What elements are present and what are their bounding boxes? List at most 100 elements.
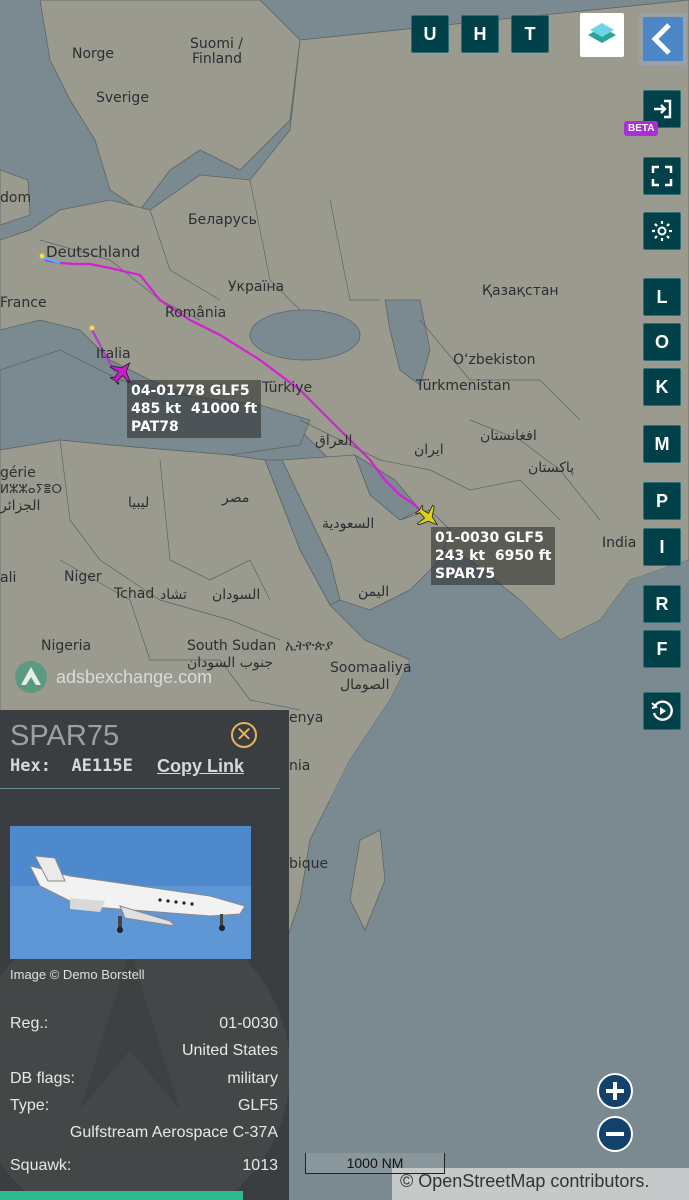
toggle-f-button[interactable]: F xyxy=(643,630,681,668)
map-label: France xyxy=(0,295,47,311)
map-label: Norge xyxy=(72,46,115,62)
map-label: Deutschland xyxy=(46,243,141,261)
map-label: العراق xyxy=(315,433,353,449)
minus-icon xyxy=(606,1132,624,1136)
track-spar75-origin xyxy=(39,253,45,259)
map-label: السودان xyxy=(212,587,261,603)
map-label: Finland xyxy=(192,51,243,67)
row-value: military xyxy=(227,1070,278,1087)
map-label: Қазақстан xyxy=(482,283,559,299)
map-label: تشاد xyxy=(160,587,187,603)
aircraft-label-pat78[interactable]: 04-01778 GLF5 485 kt 41000 ft PAT78 xyxy=(127,380,262,438)
row-key: Reg.: xyxy=(10,1015,49,1032)
image-credit: Image © Demo Borstell xyxy=(10,967,145,982)
scale-bar: 1000 NM xyxy=(305,1153,445,1174)
aircraft-label-line: 04-01778 GLF5 xyxy=(131,383,250,399)
row-value: 01-0030 xyxy=(219,1015,278,1032)
black-sea xyxy=(249,309,361,361)
aircraft-label-line: SPAR75 xyxy=(435,566,496,582)
fullscreen-button[interactable] xyxy=(643,157,681,195)
beta-badge: BETA xyxy=(624,121,659,136)
map-label: Niger xyxy=(64,569,102,585)
replay-icon xyxy=(651,700,673,721)
map-label: Türkiye xyxy=(262,380,313,396)
map-label: Italia xyxy=(96,346,131,362)
aircraft-label-line: 485 kt 41000 ft xyxy=(131,401,258,417)
map-label: Suomi / xyxy=(190,36,244,52)
map-label: السعودية xyxy=(322,516,375,532)
settings-button[interactable] xyxy=(643,212,681,250)
map-label: مصر xyxy=(222,490,250,506)
plus-icon xyxy=(606,1082,624,1100)
copy-link[interactable]: Copy Link xyxy=(157,756,244,777)
map-label: Türkmenistan xyxy=(416,378,511,394)
toggle-k-button[interactable]: K xyxy=(643,368,681,406)
row-key: Squawk: xyxy=(10,1157,72,1174)
track-pat78-origin xyxy=(89,325,95,331)
map-label: O‘zbekiston xyxy=(453,352,536,368)
map-label: India xyxy=(602,535,637,551)
toggle-t-button[interactable]: T xyxy=(511,15,549,53)
layers-icon xyxy=(588,23,616,43)
map-label: Nigeria xyxy=(41,638,92,654)
map-label: پاکستان xyxy=(528,460,575,476)
row-key: Type: xyxy=(10,1097,50,1114)
toggle-r-button[interactable]: R xyxy=(643,585,681,623)
hex-label: Hex: xyxy=(10,756,51,776)
collapse-sidebar-button[interactable] xyxy=(639,13,687,65)
row-value: 1013 xyxy=(242,1157,278,1174)
map-label: România xyxy=(165,305,227,321)
map-label: ⵍⵣⵣⴰⵢⴻⵔ xyxy=(0,482,63,496)
map-label: ليبيا xyxy=(128,495,150,511)
zoom-out-button[interactable] xyxy=(597,1116,633,1152)
aircraft-info-panel: SPAR75 ✕ Hex: AE115E Copy Link Image © D… xyxy=(0,710,289,1200)
adsbexchange-brand: adsbexchange.com xyxy=(14,660,212,694)
toggle-p-button[interactable]: P xyxy=(643,482,681,520)
map-label: enya xyxy=(289,710,324,726)
toggle-l-button[interactable]: L xyxy=(643,278,681,316)
gear-icon xyxy=(652,221,672,241)
map-label: South Sudan xyxy=(187,638,277,654)
hex-display: Hex: AE115E xyxy=(10,756,133,776)
login-icon xyxy=(654,99,672,119)
aircraft-label-spar75[interactable]: 01-0030 GLF5 243 kt 6950 ft SPAR75 xyxy=(431,527,556,585)
map-label: Soomaaliya xyxy=(330,660,412,676)
row-value: Gulfstream Aerospace C-37A xyxy=(69,1124,278,1141)
brand-text: adsbexchange.com xyxy=(56,666,213,687)
aircraft-label-line: 01-0030 GLF5 xyxy=(435,530,544,546)
panel-callsign: SPAR75 xyxy=(10,720,120,752)
map-label: gérie xyxy=(0,465,36,481)
row-value: United States xyxy=(181,1042,278,1059)
map-label: الصومال xyxy=(340,677,390,693)
toggle-h-button[interactable]: H xyxy=(461,15,499,53)
row-value: GLF5 xyxy=(237,1097,278,1114)
map-label: ali xyxy=(0,570,17,586)
close-icon: ✕ xyxy=(235,724,253,746)
toggle-i-button[interactable]: I xyxy=(643,528,681,566)
map-label: nia xyxy=(289,758,311,774)
toggle-o-button[interactable]: O xyxy=(643,323,681,361)
map-layers-button[interactable] xyxy=(580,13,624,57)
replay-button[interactable] xyxy=(643,692,681,730)
map-label: الجزائر xyxy=(0,498,41,514)
chevron-left-icon xyxy=(643,17,683,61)
map-label: Україна xyxy=(228,279,285,295)
map-label: اليمن xyxy=(358,584,390,600)
toggle-u-button[interactable]: U xyxy=(411,15,449,53)
zoom-in-button[interactable] xyxy=(597,1073,633,1109)
close-panel-button[interactable]: ✕ xyxy=(231,722,257,748)
toggle-m-button[interactable]: M xyxy=(643,425,681,463)
map-label: ایران xyxy=(414,442,444,458)
fullscreen-icon xyxy=(651,165,673,187)
map-label: Sverige xyxy=(96,90,149,106)
aircraft-label-line: 243 kt 6950 ft xyxy=(435,548,552,564)
map-label: افغانستان xyxy=(480,428,537,444)
map-label: Беларусь xyxy=(188,212,257,228)
adsbexchange-logo-icon xyxy=(15,661,47,693)
aircraft-photo[interactable] xyxy=(10,826,251,959)
aircraft-label-line: PAT78 xyxy=(131,419,179,435)
map-label: ኢትዮጵያ xyxy=(285,638,334,654)
hex-value: AE115E xyxy=(71,756,133,776)
map-label: bique xyxy=(289,856,329,872)
map-label: dom xyxy=(0,190,32,206)
